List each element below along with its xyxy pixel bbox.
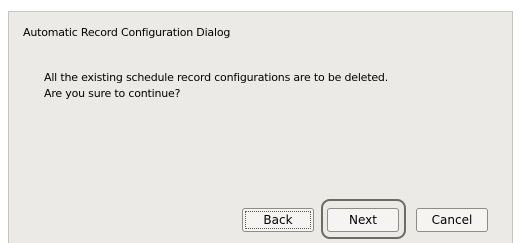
dialog-message-line-2: Are you sure to continue?	[44, 87, 181, 100]
cancel-button[interactable]: Cancel	[416, 208, 488, 232]
next-button-label: Next	[349, 213, 377, 227]
next-button[interactable]: Next	[327, 208, 399, 232]
dialog-message-line-1: All the existing schedule record configu…	[44, 71, 388, 84]
cancel-button-label: Cancel	[431, 213, 473, 227]
back-button-label: Back	[263, 213, 293, 227]
back-button[interactable]: Back	[242, 208, 314, 232]
dialog-message: All the existing schedule record configu…	[44, 70, 388, 102]
dialog-title: Automatic Record Configuration Dialog	[23, 26, 231, 39]
